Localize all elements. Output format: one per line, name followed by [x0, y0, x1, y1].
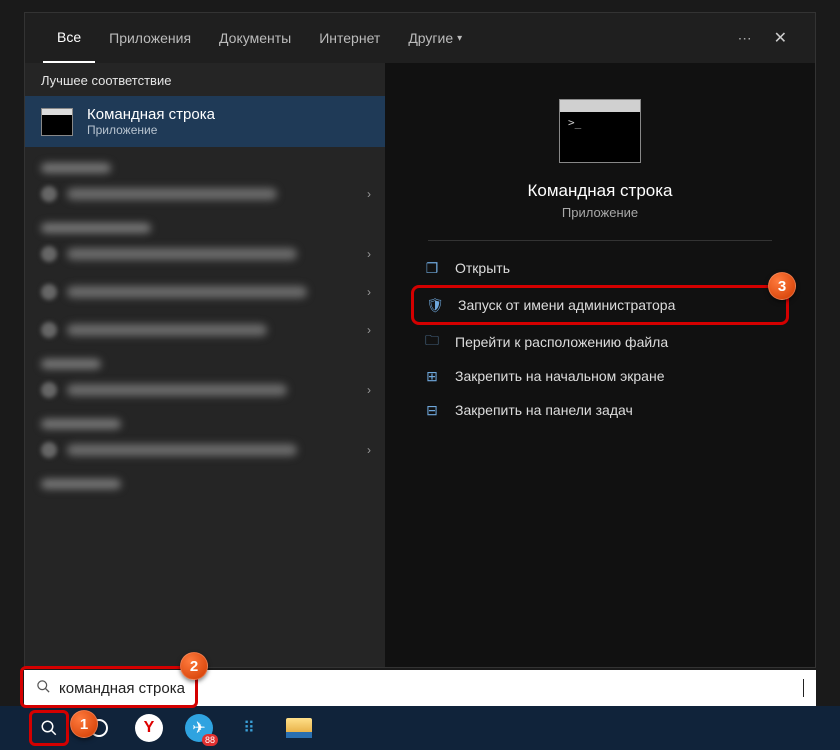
- action-pin-start[interactable]: ⊞Закрепить на начальном экране: [411, 359, 789, 393]
- list-item[interactable]: ›: [41, 235, 377, 273]
- annotation-badge-1: 1: [70, 710, 98, 738]
- chevron-down-icon: ▾: [457, 33, 462, 44]
- list-item[interactable]: ›: [41, 431, 377, 469]
- actions-list: ❐Открыть 🛡Запуск от имени администратора…: [405, 251, 795, 427]
- list-item[interactable]: ›: [41, 273, 377, 311]
- taskbar-explorer[interactable]: [276, 708, 322, 748]
- content-area: Лучшее соответствие Командная строка При…: [25, 63, 815, 667]
- cmd-preview-icon: [559, 99, 641, 163]
- tab-documents[interactable]: Документы: [205, 13, 305, 63]
- action-pin-taskbar[interactable]: ⊟Закрепить на панели задач: [411, 393, 789, 427]
- notification-badge: 88: [202, 734, 218, 746]
- section-best-match: Лучшее соответствие: [25, 63, 385, 96]
- annotation-highlight-taskbar-search: [29, 710, 69, 746]
- options-button[interactable]: ⋯: [728, 30, 764, 47]
- close-button[interactable]: ✕: [764, 28, 797, 48]
- taskbar-yandex[interactable]: Y: [126, 708, 172, 748]
- taskbar-search-button[interactable]: [26, 708, 72, 748]
- list-item[interactable]: ›: [41, 175, 377, 213]
- yandex-icon: Y: [135, 714, 163, 742]
- tabs-bar: Все Приложения Документы Интернет Другие…: [25, 13, 815, 63]
- text-caret: [803, 679, 804, 697]
- tab-more[interactable]: Другие▾: [394, 13, 476, 63]
- search-icon: [36, 679, 51, 698]
- taskbar-telegram[interactable]: ✈88: [176, 708, 222, 748]
- shield-icon: 🛡: [426, 297, 444, 313]
- chevron-right-icon: ›: [367, 285, 377, 299]
- search-panel: Все Приложения Документы Интернет Другие…: [24, 12, 816, 668]
- app-icon: ⠿: [235, 714, 263, 742]
- pin-icon: ⊟: [423, 402, 441, 418]
- action-run-as-admin[interactable]: 🛡Запуск от имени администратора 3: [411, 285, 789, 325]
- preview-subtitle: Приложение: [562, 205, 638, 220]
- chevron-right-icon: ›: [367, 247, 377, 261]
- best-match-item[interactable]: Командная строка Приложение: [25, 96, 385, 147]
- list-item[interactable]: ›: [41, 371, 377, 409]
- best-match-subtitle: Приложение: [87, 123, 215, 137]
- folder-icon: [286, 718, 312, 738]
- tab-apps[interactable]: Приложения: [95, 13, 205, 63]
- cmd-icon: [41, 108, 73, 136]
- folder-icon: 🗀: [423, 334, 441, 350]
- annotation-badge-3: 3: [768, 272, 796, 300]
- results-column: Лучшее соответствие Командная строка При…: [25, 63, 385, 667]
- pin-icon: ⊞: [423, 368, 441, 384]
- search-input[interactable]: [59, 680, 803, 697]
- chevron-right-icon: ›: [367, 187, 377, 201]
- list-item[interactable]: ›: [41, 311, 377, 349]
- tab-internet[interactable]: Интернет: [305, 13, 394, 63]
- action-open-location[interactable]: 🗀Перейти к расположению файла: [411, 325, 789, 359]
- chevron-right-icon: ›: [367, 383, 377, 397]
- divider: [428, 240, 771, 241]
- open-icon: ❐: [423, 260, 441, 276]
- preview-title: Командная строка: [527, 181, 672, 201]
- search-box[interactable]: [24, 670, 816, 706]
- chevron-right-icon: ›: [367, 323, 377, 337]
- other-results: › › › › › ›: [25, 147, 385, 667]
- taskbar: Y ✈88 ⠿: [0, 706, 840, 750]
- taskbar-app[interactable]: ⠿: [226, 708, 272, 748]
- preview-column: Командная строка Приложение ❐Открыть 🛡За…: [385, 63, 815, 667]
- best-match-text: Командная строка Приложение: [87, 106, 215, 137]
- search-icon: [40, 719, 58, 737]
- best-match-title: Командная строка: [87, 106, 215, 123]
- chevron-right-icon: ›: [367, 443, 377, 457]
- annotation-badge-2: 2: [180, 652, 208, 680]
- tab-all[interactable]: Все: [43, 13, 95, 63]
- action-open[interactable]: ❐Открыть: [411, 251, 789, 285]
